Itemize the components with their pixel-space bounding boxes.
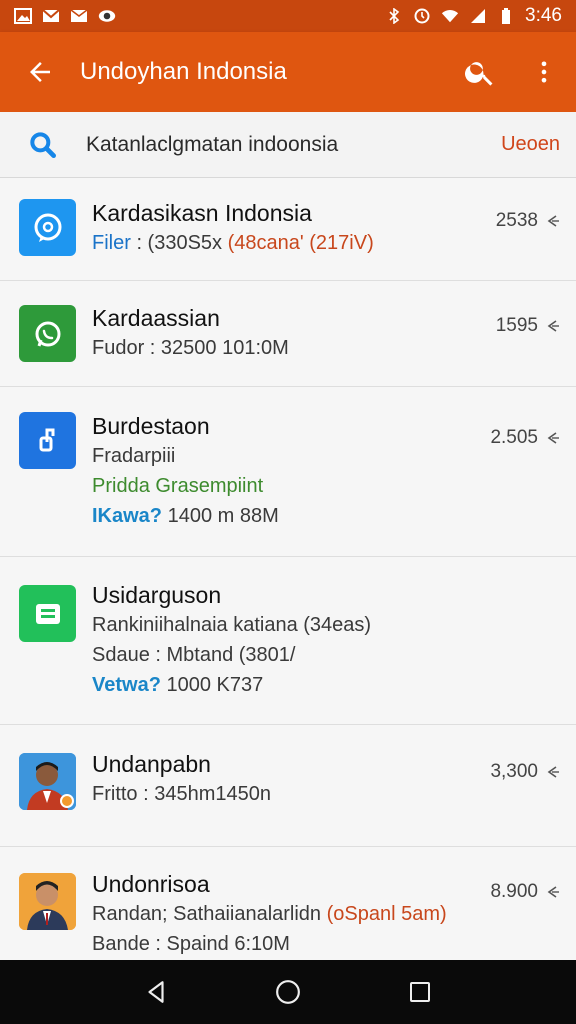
gmail-icon: [42, 8, 60, 24]
list-item-meta: 1595: [496, 315, 560, 337]
search-bar[interactable]: Katanlaclgmatan indoonsia Ueoen: [0, 112, 576, 178]
list-item-title: Usidarguson: [92, 582, 222, 608]
search-input[interactable]: Katanlaclgmatan indoonsia: [86, 133, 491, 157]
system-nav-bar: [0, 960, 576, 1024]
list-item-detail: Fritto : 345hm1450n: [92, 783, 271, 805]
mail-icon: [70, 8, 88, 24]
more-vert-icon: [541, 61, 547, 83]
list-item-count: 2.505: [490, 427, 538, 448]
search-button[interactable]: [448, 32, 512, 112]
list-item-count: 8.900: [490, 881, 538, 902]
detail-text: : (330S5x: [130, 232, 228, 254]
list-item-body: Usidarguson Rankiniihalnaia katiana (34e…: [92, 580, 476, 700]
alarm-icon: [413, 8, 431, 24]
status-bar: 3:46: [0, 0, 576, 32]
person-avatar-icon: [19, 873, 76, 930]
detail-text: 1000 K737: [160, 674, 264, 696]
home-icon: [276, 980, 300, 1004]
list-item-body: Kardaassian Fudor : 32500 101:0M: [92, 303, 476, 363]
detail-highlight: (oSpanl 5am): [326, 903, 447, 925]
list-item[interactable]: Undanpabn Fritto : 345hm1450n 3,300: [0, 725, 576, 847]
list-item-detail: Fradarpiii: [92, 445, 176, 467]
search-icon: [465, 62, 493, 86]
back-icon: [148, 981, 164, 1003]
list-item-count: 2538: [495, 210, 538, 231]
whatsapp-icon: [19, 305, 76, 362]
list-item-count: 3,300: [490, 761, 538, 782]
detail-label: IKawa?: [92, 505, 163, 527]
app-bar: Undoyhan Indonsia: [0, 32, 576, 112]
list-item-title: Undanpabn: [92, 751, 211, 777]
share-arrow-icon[interactable]: [546, 885, 560, 899]
share-arrow-icon[interactable]: [546, 214, 560, 228]
detail-text: 1400 m 88M: [162, 505, 279, 527]
recents-icon: [410, 982, 430, 1002]
list-item-detail: Fudor : 32500 101:0M: [92, 337, 289, 359]
list-item-meta: 2538: [496, 210, 560, 232]
arrow-left-icon: [30, 62, 50, 82]
person-avatar-icon: [19, 753, 76, 810]
list-item-meta: 3,300: [490, 761, 560, 783]
back-button[interactable]: [0, 32, 80, 112]
list-item[interactable]: Burdestaon Fradarpiii Pridda Grasempiint…: [0, 387, 576, 557]
list-item-count: 1595: [495, 315, 538, 336]
search-field-icon-wrap: [0, 112, 86, 178]
list-item-detail: IKawa? 1400 m 88M: [92, 501, 476, 531]
list-item-detail: Vetwa? 1000 K737: [92, 670, 476, 700]
list-item-detail: Bande : Spaind 6:10M: [92, 933, 290, 955]
share-icon: [19, 412, 76, 469]
list-item-body: Kardasikasn Indonsia Filer : (330S5x (48…: [92, 198, 476, 258]
list-item-detail: Rankiniihalnaia katiana (34eas): [92, 614, 372, 636]
list-item-detail: Filer : (330S5x (48cana' (217iV): [92, 228, 476, 258]
clock-time: 3:46: [525, 5, 562, 26]
share-arrow-icon[interactable]: [546, 431, 560, 445]
search-icon: [30, 131, 56, 158]
list-item-title: Burdestaon: [92, 413, 210, 439]
battery-icon: [497, 8, 515, 24]
list-item[interactable]: Kardaassian Fudor : 32500 101:0M 1595: [0, 281, 576, 387]
detail-highlight: (48cana' (217iV): [227, 232, 374, 254]
page-title: Undoyhan Indonsia: [80, 58, 287, 85]
status-right-icons: 3:46: [385, 5, 562, 27]
list-item[interactable]: Undonrisoa Randan; Sathaiianalarlidn (oS…: [0, 847, 576, 960]
nav-home-button[interactable]: [263, 967, 313, 1017]
wifi-icon: [441, 8, 459, 24]
detail-text: Randan; Sathaiianalarlidn: [92, 903, 327, 925]
search-action-button[interactable]: Ueoen: [491, 133, 576, 156]
detail-label: Vetwa?: [92, 674, 161, 696]
list-item-body: Burdestaon Fradarpiii Pridda Grasempiint…: [92, 411, 476, 531]
list-item-title: Undonrisoa: [92, 871, 210, 897]
list-item-body: Undonrisoa Randan; Sathaiianalarlidn (oS…: [92, 869, 476, 959]
list-item-meta: 2.505: [490, 427, 560, 449]
list-item-detail: Randan; Sathaiianalarlidn (oSpanl 5am): [92, 899, 476, 929]
list-item[interactable]: Usidarguson Rankiniihalnaia katiana (34e…: [0, 557, 576, 725]
photo-icon: [14, 8, 32, 24]
ghost-icon: [98, 8, 116, 24]
bluetooth-icon: [385, 8, 403, 24]
nav-back-button[interactable]: [131, 967, 181, 1017]
share-arrow-icon[interactable]: [546, 765, 560, 779]
detail-label: Filer: [92, 232, 131, 254]
list-item-title: Kardaassian: [92, 305, 220, 331]
nav-recents-button[interactable]: [395, 967, 445, 1017]
list-item-detail: Sdaue : Mbtand (3801/: [92, 644, 296, 666]
status-left-icons: [14, 8, 116, 24]
list-item-body: Undanpabn Fritto : 345hm1450n: [92, 749, 476, 809]
list-item-title: Kardasikasn Indonsia: [92, 200, 312, 226]
list-item-meta: 8.900: [490, 881, 560, 903]
overflow-menu-button[interactable]: [512, 32, 576, 112]
list-item-status: Pridda Grasempiint: [92, 475, 264, 497]
signal-icon: [469, 8, 487, 24]
list-item[interactable]: Kardasikasn Indonsia Filer : (330S5x (48…: [0, 178, 576, 281]
chat-bubble-icon: [19, 199, 76, 256]
result-list: Kardasikasn Indonsia Filer : (330S5x (48…: [0, 178, 576, 960]
message-icon: [19, 585, 76, 642]
share-arrow-icon[interactable]: [546, 319, 560, 333]
